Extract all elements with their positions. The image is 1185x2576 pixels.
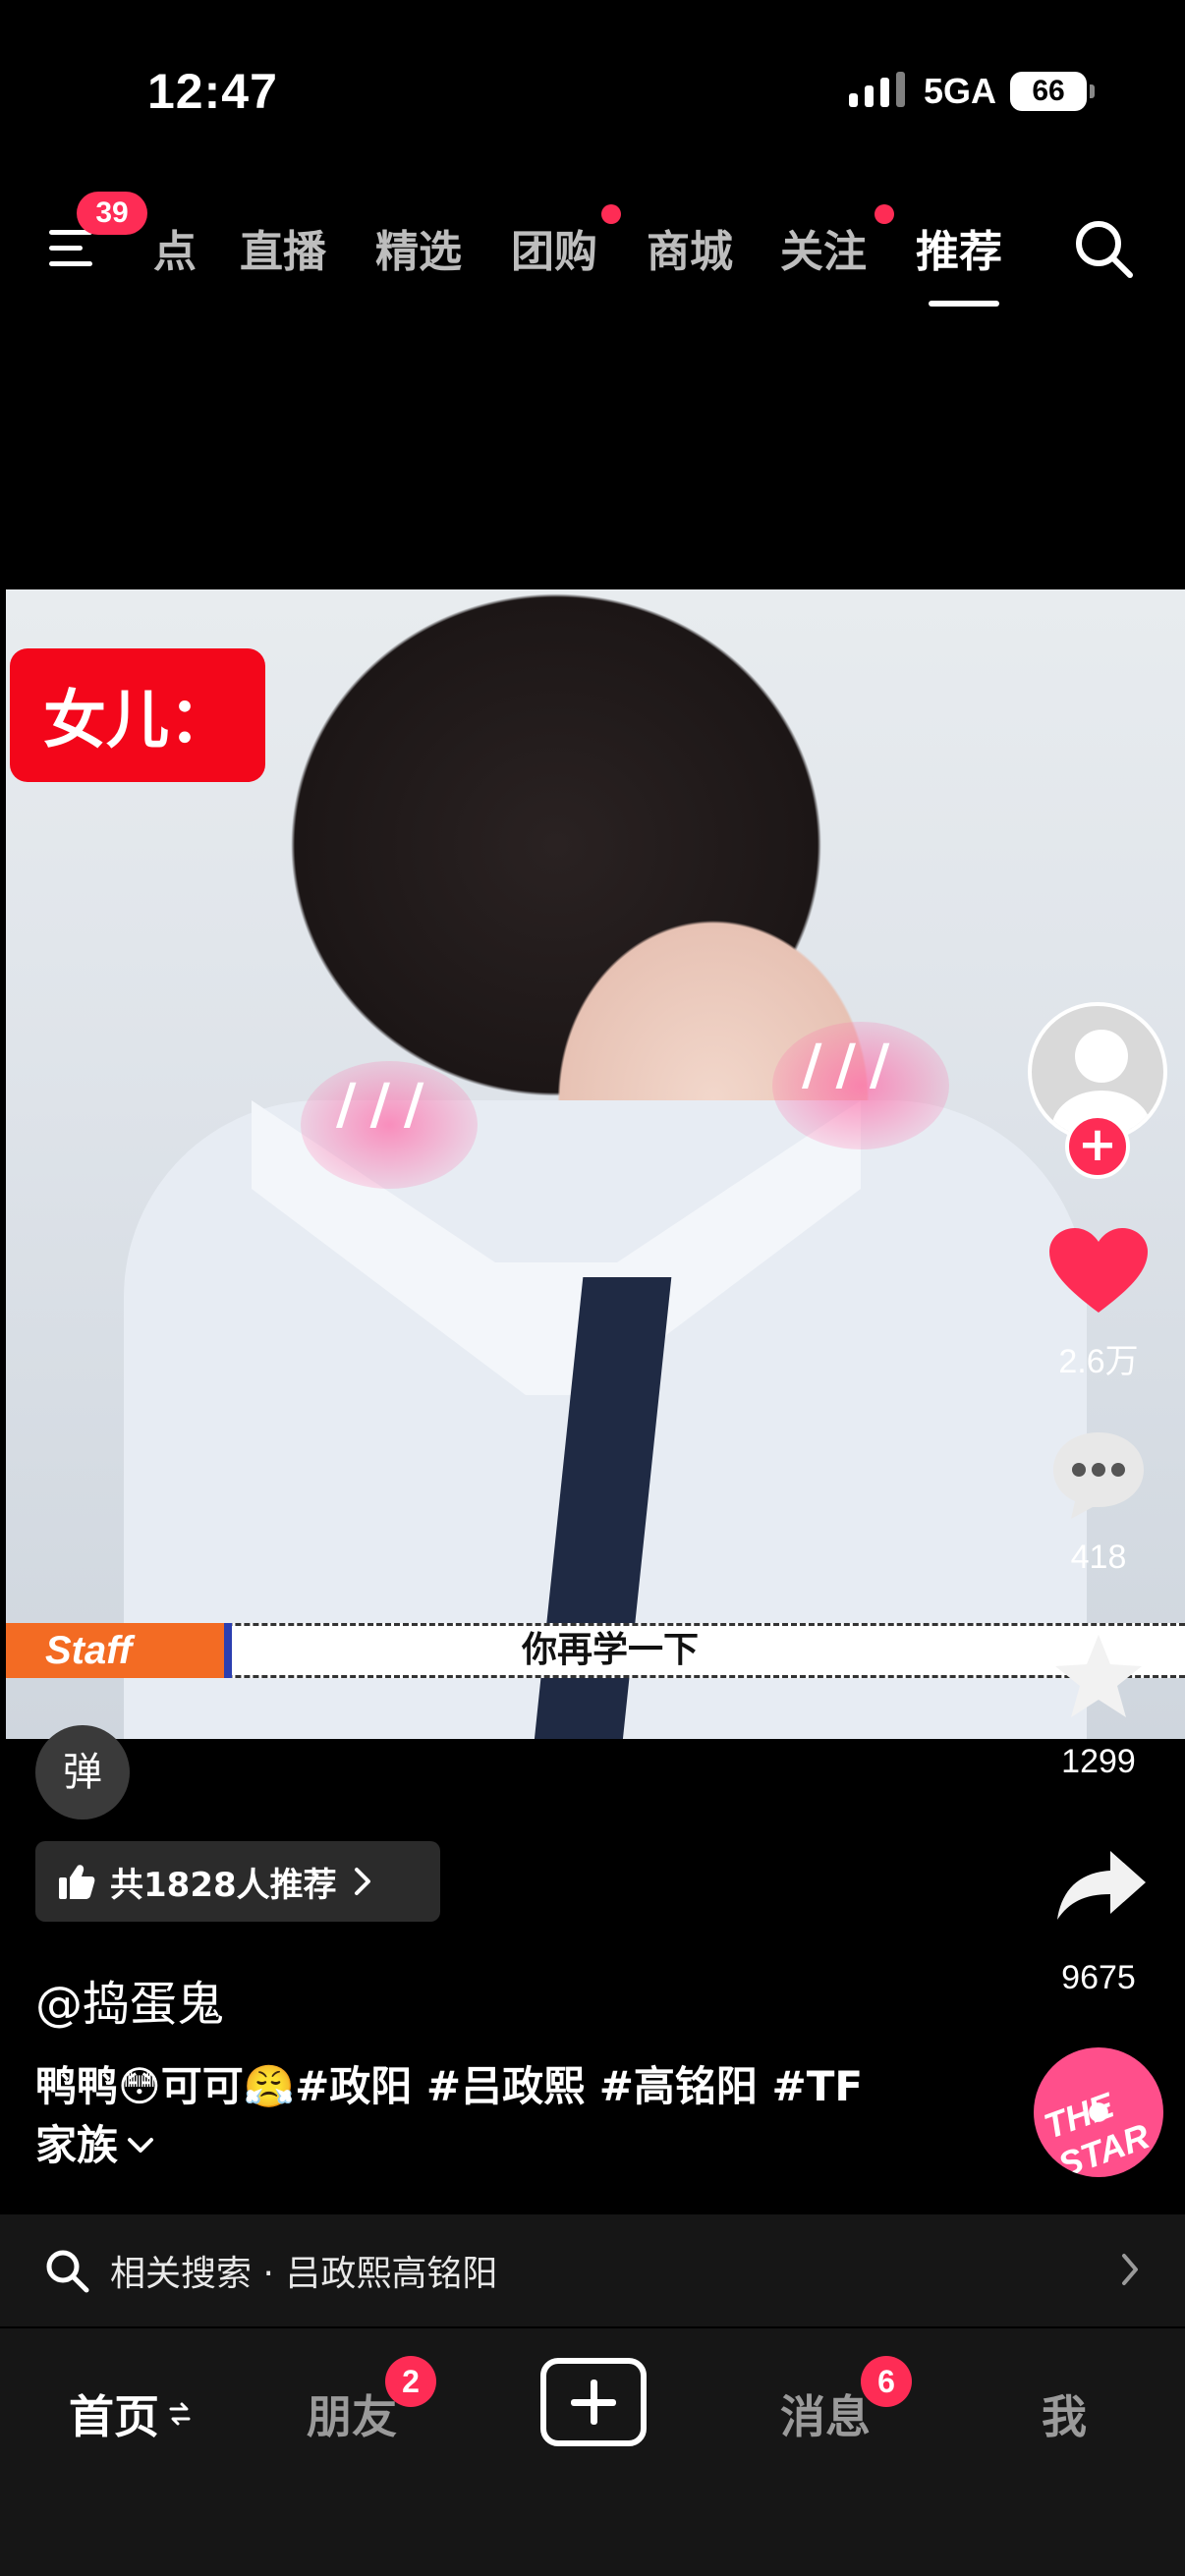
- nav-home[interactable]: 首页: [69, 2381, 191, 2446]
- friends-badge: 2: [385, 2356, 436, 2407]
- search-icon[interactable]: [1071, 216, 1136, 281]
- nav-me[interactable]: 我: [1042, 2381, 1087, 2446]
- chevron-right-icon: [354, 1868, 370, 1895]
- favorite-star-icon[interactable]: [1051, 1631, 1146, 1721]
- description-line-2: 家族: [35, 2121, 119, 2169]
- music-disc-icon[interactable]: THE STAR: [1034, 2047, 1163, 2177]
- tab-following[interactable]: 关注: [780, 216, 867, 279]
- nav-friends[interactable]: 朋友: [307, 2381, 397, 2446]
- author-name[interactable]: @捣蛋鬼: [35, 1965, 224, 2034]
- signal-icon: [848, 72, 910, 111]
- comment-count: 418: [1070, 1539, 1127, 1576]
- tab-group-buy[interactable]: 团购: [511, 216, 597, 279]
- danmu-toggle-button[interactable]: 弹: [35, 1725, 130, 1820]
- refresh-arrows-icon: [169, 2402, 191, 2426]
- video-caption: 你再学一下: [521, 1630, 699, 1670]
- tab-featured[interactable]: 精选: [375, 216, 462, 279]
- group-buy-dot: [601, 204, 621, 224]
- blush-marks-right: ///: [802, 1034, 904, 1097]
- share-count: 9675: [1061, 1959, 1136, 1996]
- network-type: 5GA: [923, 71, 996, 111]
- menu-badge: 39: [77, 192, 147, 235]
- share-arrow-icon[interactable]: [1055, 1847, 1148, 1922]
- post-description[interactable]: 鸭鸭😳可可😤#政阳 #吕政熙 #高铭阳 #TF 家族: [35, 2057, 900, 2175]
- expand-chevron-icon[interactable]: [126, 2136, 155, 2156]
- tab-live[interactable]: 直播: [240, 216, 326, 279]
- thumbs-up-icon: [59, 1865, 95, 1899]
- recommend-pill[interactable]: 共1828人推荐: [35, 1841, 440, 1922]
- nav-home-label: 首页: [69, 2390, 159, 2443]
- status-time: 12:47: [147, 64, 278, 119]
- description-line-1: 鸭鸭😳可可😤#政阳 #吕政熙 #高铭阳 #TF: [35, 2062, 864, 2110]
- create-plus-button[interactable]: [540, 2358, 647, 2446]
- related-search-bar[interactable]: 相关搜索 · 吕政熙高铭阳: [0, 2214, 1185, 2326]
- messages-badge: 6: [861, 2356, 912, 2407]
- tab-mall[interactable]: 商城: [647, 216, 733, 279]
- favorite-count: 1299: [1061, 1743, 1136, 1780]
- top-tab-bar: 39 点 直播 精选 团购 商城 关注 推荐: [0, 187, 1185, 314]
- recommend-text: 共1828人推荐: [110, 1865, 337, 1905]
- status-indicators: 5GA 66: [848, 71, 1095, 112]
- following-dot: [875, 204, 894, 224]
- active-tab-indicator: [929, 301, 999, 307]
- related-chevron-icon: [1122, 2254, 1138, 2285]
- tab-recommended[interactable]: 推荐: [916, 216, 1002, 279]
- blush-marks-left: ///: [336, 1073, 438, 1137]
- search-small-icon: [46, 2250, 89, 2293]
- comment-icon[interactable]: [1049, 1428, 1148, 1521]
- like-heart-icon[interactable]: [1047, 1226, 1150, 1316]
- bottom-nav-bar: 首页 朋友 2 消息 6 我: [0, 2328, 1185, 2576]
- battery-icon: 66: [1010, 72, 1095, 111]
- overlay-label: 女儿：: [10, 648, 265, 782]
- nav-messages[interactable]: 消息: [780, 2381, 871, 2446]
- related-search-text: 相关搜索 · 吕政熙高铭阳: [110, 2254, 498, 2294]
- music-disc-label: THE STAR: [1039, 2084, 1156, 2177]
- video-player[interactable]: /// /// 女儿： Staff 你再学一下: [6, 589, 1185, 1739]
- tab-dian[interactable]: 点: [153, 216, 197, 279]
- staff-tag: Staff: [6, 1623, 232, 1678]
- follow-button[interactable]: +: [1065, 1114, 1130, 1179]
- like-count: 2.6万: [1058, 1343, 1139, 1380]
